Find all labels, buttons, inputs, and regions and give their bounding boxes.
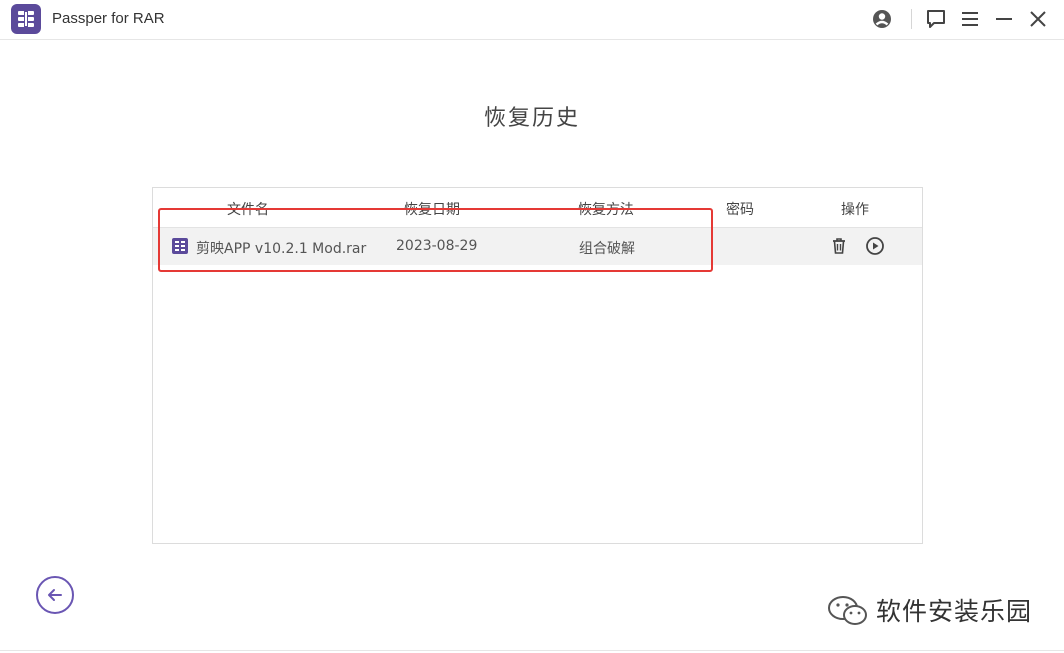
column-header-method: 恢复方法 [578, 202, 634, 218]
back-button[interactable] [36, 576, 74, 614]
back-arrow-icon [48, 589, 62, 601]
minimize-icon[interactable] [992, 7, 1016, 31]
watermark-text: 软件安装乐园 [876, 597, 1033, 626]
row-date: 2023-08-29 [396, 238, 478, 254]
column-header-actions: 操作 [841, 202, 869, 218]
column-header-date: 恢复日期 [404, 202, 460, 218]
page-title: 恢复历史 [483, 106, 580, 131]
play-icon[interactable] [865, 236, 885, 256]
titlebar-divider [911, 9, 912, 29]
column-header-filename: 文件名 [227, 202, 269, 218]
close-icon[interactable] [1026, 7, 1050, 31]
account-icon[interactable] [870, 7, 894, 31]
history-table: 文件名 恢复日期 恢复方法 密码 操作 剪映APP v10.2.1 Mod.ra… [152, 187, 923, 544]
menu-icon[interactable] [958, 7, 982, 31]
row-method: 组合破解 [579, 241, 635, 257]
table-row[interactable]: 剪映APP v10.2.1 Mod.rar 2023-08-29 组合破解 [153, 228, 922, 265]
wechat-icon [828, 596, 867, 625]
app-logo-icon [11, 4, 41, 34]
table-header: 文件名 恢复日期 恢复方法 密码 操作 [153, 188, 922, 228]
title-bar: Passper for RAR [0, 0, 1064, 40]
column-header-password: 密码 [726, 202, 754, 218]
feedback-icon[interactable] [924, 7, 948, 31]
bottom-divider [0, 650, 1064, 651]
trash-icon[interactable] [829, 236, 849, 256]
app-title: Passper for RAR [52, 10, 165, 27]
rar-file-icon [172, 238, 188, 254]
row-filename: 剪映APP v10.2.1 Mod.rar [196, 241, 367, 257]
